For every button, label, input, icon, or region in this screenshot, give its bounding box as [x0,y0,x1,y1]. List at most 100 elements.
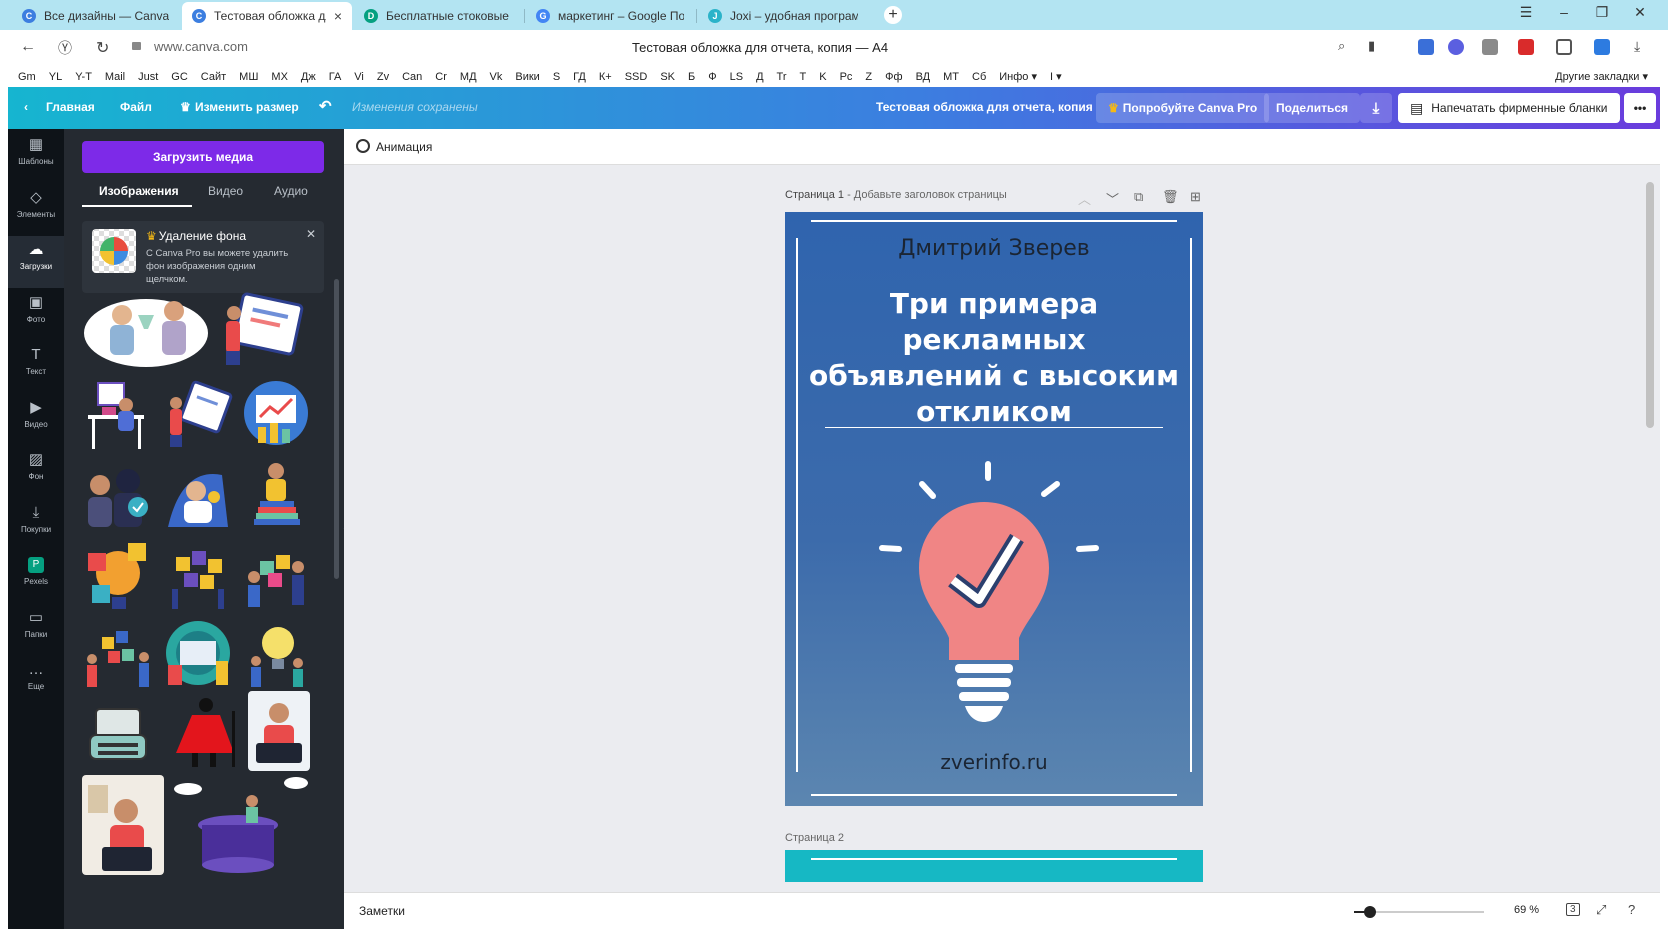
bookmark-item[interactable]: I ▾ [1050,70,1062,83]
bookmark-item[interactable]: Can [402,71,422,83]
undo-icon[interactable]: ↶ [319,97,332,115]
bookmark-item[interactable]: Zv [377,71,389,83]
upload-thumbnail[interactable] [162,377,234,453]
bookmark-item[interactable]: Ф [708,71,716,83]
upload-thumbnail[interactable] [242,457,310,533]
back-chevron-icon[interactable]: ‹ [24,100,28,114]
bookmark-item[interactable]: Сб [972,71,986,83]
cover-title[interactable]: Три примера рекламных объявлений с высок… [805,286,1183,430]
yandex-icon[interactable]: Ⓨ [58,38,72,58]
bookmark-item[interactable]: Сайт [201,71,226,83]
rail-item-templates[interactable]: ▦ Шаблоны [8,131,64,183]
design-page-2[interactable] [785,850,1203,882]
bookmark-item[interactable]: T [800,71,807,83]
bookmark-item[interactable]: SK [660,71,675,83]
panel-scrollbar[interactable] [334,279,339,579]
notes-button[interactable]: Заметки [359,904,405,918]
more-options-icon[interactable]: ••• [1624,93,1656,123]
bookmark-item[interactable]: Фф [885,71,902,83]
rail-item-uploads[interactable]: ☁ Загрузки [8,236,64,288]
rail-item-folders[interactable]: ▭ Папки [8,604,64,656]
share-button[interactable]: Поделиться [1264,93,1361,123]
bookmark-item[interactable]: МД [460,71,477,83]
upload-thumbnail[interactable] [242,537,310,613]
bookmark-item[interactable]: GC [171,71,188,83]
upload-media-button[interactable]: Загрузить медиа [82,141,324,173]
bookmark-item[interactable]: YL [49,71,62,83]
extension-icon[interactable] [1482,39,1498,55]
bookmark-item[interactable]: ВД [916,71,931,83]
zoom-handle[interactable] [1363,906,1376,918]
minimize-icon[interactable]: – [1546,4,1582,20]
upload-thumbnail[interactable] [82,617,154,693]
browser-tab[interactable]: J Joxi – удобная программа [698,2,868,30]
zoom-value[interactable]: 69 % [1514,904,1539,916]
extension-icon[interactable] [1418,39,1434,55]
design-name[interactable]: Тестовая обложка для отчета, копия [876,100,1093,114]
bookmark-item[interactable]: К+ [599,71,612,83]
bookmark-item[interactable]: МХ [271,71,288,83]
bookmark-item[interactable]: ГА [329,71,342,83]
duplicate-page-icon[interactable]: ⧉ [1134,189,1143,205]
download-icon[interactable]: ⤓ [1360,93,1392,123]
browser-tab[interactable]: C Все дизайны — Canva [12,2,182,30]
bg-remover-promo[interactable]: ♛ Удаление фона С Canva Pro вы можете уда… [82,221,324,293]
upload-thumbnail[interactable] [82,537,154,613]
close-window-icon[interactable]: ✕ [1622,4,1658,21]
bookmark-item[interactable]: Tr [777,71,787,83]
home-button[interactable]: Главная [46,100,95,114]
browser-tab-active[interactable]: C Тестовая обложка для × [182,2,352,30]
bookmark-item[interactable]: Vi [354,71,364,83]
page-1-label[interactable]: Страница 1 - Добавьте заголовок страницы [785,189,1007,201]
cover-website[interactable]: zverinfo.ru [785,750,1203,774]
chevron-up-icon[interactable]: ︿ [1078,189,1091,208]
rail-item-elements[interactable]: ◇ Элементы [8,184,64,236]
bookmark-item[interactable]: Д [756,71,763,83]
page-2-label[interactable]: Страница 2 [785,832,844,844]
upload-thumbnail[interactable] [216,289,308,369]
bookmark-item[interactable]: ГД [573,71,586,83]
other-bookmarks[interactable]: Другие закладки ▾ [1555,70,1648,83]
bookmark-item[interactable]: LS [730,71,743,83]
download-icon[interactable]: ⤓ [1634,38,1640,55]
back-icon[interactable]: ← [20,38,36,56]
tab-images[interactable]: Изображения [99,184,179,198]
upload-thumbnail[interactable] [162,537,234,613]
bookmark-item[interactable]: Инфо ▾ [999,70,1037,83]
reload-icon[interactable]: ↻ [96,38,109,58]
rail-item-video[interactable]: ▶ Видео [8,394,64,446]
upload-thumbnail[interactable] [82,377,154,453]
bookmark-item[interactable]: Just [138,71,158,83]
upload-thumbnail[interactable] [242,377,310,453]
help-icon[interactable]: ? [1628,902,1635,917]
bookmark-item[interactable]: Mail [105,71,125,83]
bookmark-item[interactable]: Gm [18,71,36,83]
delete-page-icon[interactable]: 🗑︎ [1162,189,1179,205]
search-icon[interactable]: ⌕ [1338,38,1345,54]
upload-thumbnail[interactable] [162,617,234,693]
rail-item-background[interactable]: ▨ Фон [8,446,64,498]
try-pro-button[interactable]: ♛ Попробуйте Canva Pro [1096,93,1270,123]
add-page-icon[interactable]: ⊞ [1190,189,1201,205]
extension-icon[interactable] [1594,39,1610,55]
upload-thumbnail[interactable] [162,457,234,533]
file-menu[interactable]: Файл [120,100,152,114]
extension-icon[interactable] [1518,39,1534,55]
bookmark-item[interactable]: Вики [515,71,539,83]
animation-button[interactable]: Анимация [376,140,432,154]
upload-thumbnail[interactable] [82,289,210,369]
bookmark-icon[interactable]: ▮ [1368,38,1375,54]
chevron-down-icon[interactable]: ﹀ [1106,189,1119,208]
bookmark-item[interactable]: S [553,71,560,83]
restore-icon[interactable]: ❐ [1584,4,1620,21]
bookmark-item[interactable]: K [819,71,826,83]
bookmark-item[interactable]: Vk [490,71,503,83]
tab-audio[interactable]: Аудио [274,184,308,198]
print-button[interactable]: ▤ Напечатать фирменные бланки [1398,93,1620,123]
fullscreen-icon[interactable]: ⤢ [1596,902,1606,918]
cover-author[interactable]: Дмитрий Зверев [785,236,1203,261]
rail-item-photo[interactable]: ▣ Фото [8,289,64,341]
bookmark-item[interactable]: SSD [625,71,648,83]
rail-item-more[interactable]: … Еще [8,656,64,708]
rail-item-purchases[interactable]: ⤓ Покупки [8,499,64,551]
